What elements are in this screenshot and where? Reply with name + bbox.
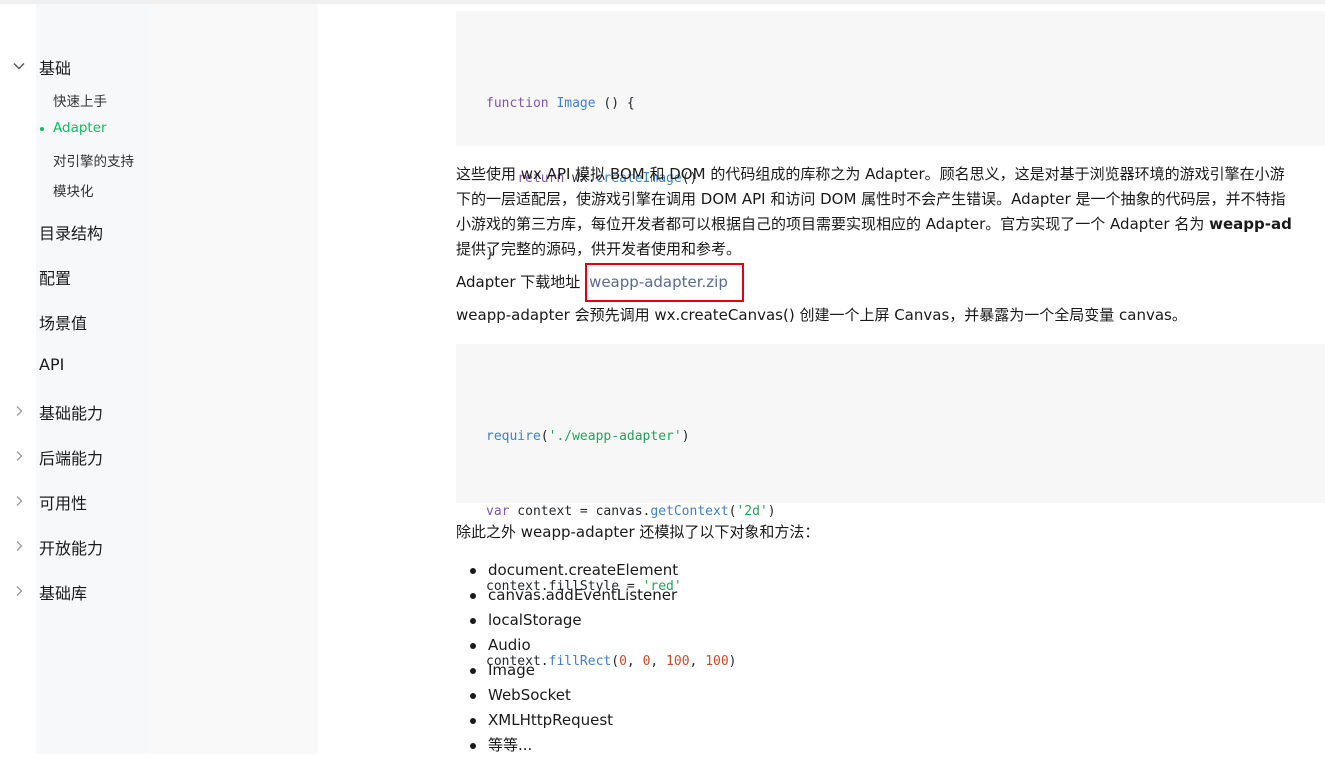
chevron-down-icon[interactable] bbox=[12, 59, 26, 73]
list-item: Image bbox=[456, 658, 678, 683]
list-item: canvas.addEventListener bbox=[456, 583, 678, 608]
bullet-icon bbox=[470, 568, 476, 574]
chevron-right-icon[interactable] bbox=[12, 404, 26, 418]
sidebar-item-scene[interactable]: 场景值 bbox=[39, 310, 87, 334]
sidebar-item-backend[interactable]: 后端能力 bbox=[39, 445, 103, 469]
sidebar-item-open-capability[interactable]: 开放能力 bbox=[39, 535, 103, 559]
highlight-box bbox=[585, 263, 744, 302]
paragraph-create-canvas: weapp-adapter 会预先调用 wx.createCanvas() 创建… bbox=[456, 306, 1187, 324]
sidebar-item-usability[interactable]: 可用性 bbox=[39, 490, 87, 514]
chevron-right-icon[interactable] bbox=[12, 584, 26, 598]
paragraph-line: 下的一层适配层，使游戏引擎在调用 DOM API 和访问 DOM 属性时不会产生… bbox=[456, 190, 1286, 208]
code-line: function Image () { bbox=[486, 96, 635, 111]
paragraph-line: 小游戏的第三方库，每位开发者都可以根据自己的项目需要实现相应的 Adapter。… bbox=[456, 215, 1292, 233]
list-item: XMLHttpRequest bbox=[456, 708, 678, 733]
code-block-canvas: require('./weapp-adapter') var context =… bbox=[456, 344, 1325, 669]
list-item: localStorage bbox=[456, 608, 678, 633]
chevron-right-icon[interactable] bbox=[12, 494, 26, 508]
sidebar-item-basic-capability[interactable]: 基础能力 bbox=[39, 400, 103, 424]
bullet-icon bbox=[470, 743, 476, 749]
paragraph-line: 这些使用 wx API 模拟 BOM 和 DOM 的代码组成的库称之为 Adap… bbox=[456, 165, 1285, 183]
paragraph-also-simulates: 除此之外 weapp-adapter 还模拟了以下对象和方法： bbox=[456, 523, 820, 541]
sidebar-item-directory[interactable]: 目录结构 bbox=[39, 220, 103, 244]
paragraph-line: 提供了完整的源码，供开发者使用和参考。 bbox=[456, 240, 742, 258]
sidebar-subitem-modules[interactable]: 模块化 bbox=[53, 180, 94, 200]
bullet-icon bbox=[470, 718, 476, 724]
active-dot-icon bbox=[40, 127, 44, 131]
sidebar-background bbox=[36, 4, 150, 754]
code-line: require('./weapp-adapter') bbox=[486, 429, 690, 444]
list-item: Audio bbox=[456, 633, 678, 658]
list-item: document.createElement bbox=[456, 558, 678, 583]
bullet-icon bbox=[470, 643, 476, 649]
content-gutter bbox=[150, 4, 318, 754]
sidebar-item-config[interactable]: 配置 bbox=[39, 265, 71, 289]
sidebar-subitem-quickstart[interactable]: 快速上手 bbox=[53, 90, 107, 110]
sidebar-item-api[interactable]: API bbox=[39, 355, 64, 374]
api-list: document.createElement canvas.addEventLi… bbox=[456, 558, 678, 758]
download-label: Adapter 下载地址 bbox=[456, 273, 581, 291]
chevron-right-icon[interactable] bbox=[12, 449, 26, 463]
code-block-image: function Image () { return wx.createImag… bbox=[456, 11, 1325, 261]
sidebar-subitem-adapter[interactable]: Adapter bbox=[53, 120, 107, 136]
sidebar-subitem-engine-support[interactable]: 对引擎的支持 bbox=[53, 150, 134, 170]
sidebar-group-basic[interactable]: 基础 bbox=[39, 55, 71, 79]
bullet-icon bbox=[470, 668, 476, 674]
paragraph-adapter-intro: 这些使用 wx API 模拟 BOM 和 DOM 的代码组成的库称之为 Adap… bbox=[456, 162, 1292, 262]
bullet-icon bbox=[470, 618, 476, 624]
bullet-icon bbox=[470, 693, 476, 699]
chevron-right-icon[interactable] bbox=[12, 539, 26, 553]
bullet-icon bbox=[470, 593, 476, 599]
list-item: WebSocket bbox=[456, 683, 678, 708]
list-item: 等等... bbox=[456, 733, 678, 758]
sidebar-item-base-library[interactable]: 基础库 bbox=[39, 580, 87, 604]
